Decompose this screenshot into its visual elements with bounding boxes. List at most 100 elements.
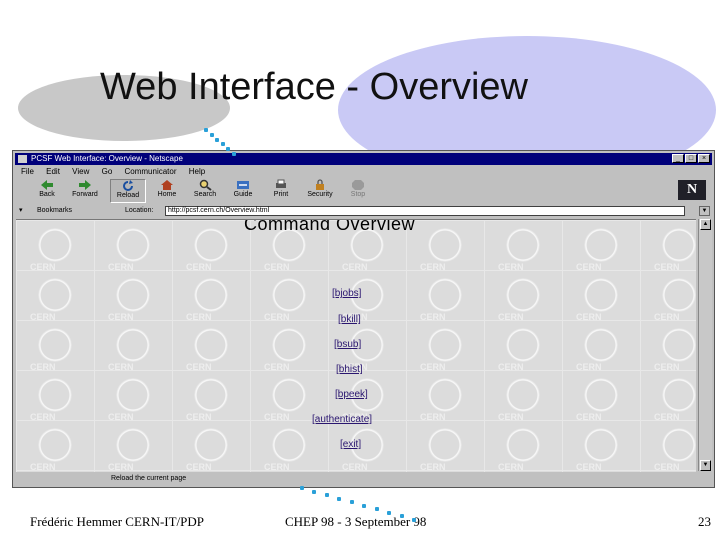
search-icon [199,179,212,191]
decorative-dot [362,503,367,508]
navigation-toolbar: Back Forward Reload Home Search Guide Pr… [15,178,712,204]
cern-watermark: CERN [576,362,602,372]
cern-watermark: CERN [420,362,446,372]
print-button[interactable]: Print [263,179,299,203]
cern-watermark: CERN [576,262,602,272]
cern-watermark: CERN [420,462,446,472]
bookmark-icon[interactable]: ▾ [19,205,23,217]
decorative-dot [226,147,231,152]
footer-author: Frédéric Hemmer CERN-IT/PDP [30,514,205,529]
window-title: PCSF Web Interface: Overview - Netscape [31,154,183,163]
netscape-logo: N [678,180,706,200]
cern-watermark: CERN [654,362,680,372]
decorative-dot [324,493,329,498]
cern-watermark: CERN [108,362,134,372]
decorative-dot [300,486,304,490]
cern-watermark: CERN [264,412,290,422]
status-text: Reload the current page [111,475,187,482]
window-title-bar: PCSF Web Interface: Overview - Netscape … [15,153,712,165]
menu-edit[interactable]: Edit [46,167,60,176]
cern-watermark: CERN [30,462,56,472]
cern-watermark: CERN [342,262,368,272]
back-button[interactable]: Back [29,179,65,203]
menu-help[interactable]: Help [189,167,205,176]
cern-watermark: CERN [30,312,56,322]
location-bar: ▾ Bookmarks Location: http://pcsf.cern.c… [15,205,712,217]
scroll-down-arrow[interactable]: ▼ [700,460,711,471]
link-bhist[interactable]: [bhist] [336,364,363,375]
page-content: CERN CERN CERN CERN CERN CERN CERN CERN CERN CERN… [16,219,696,472]
reload-button[interactable]: Reload [110,179,146,203]
cern-watermark: CERN [420,412,446,422]
menu-file[interactable]: File [21,167,34,176]
location-dropdown-button[interactable]: ▼ [699,206,710,216]
menu-bar: File Edit View Go Communicator Help [15,166,209,178]
cern-watermark: CERN [108,262,134,272]
minimize-button[interactable]: _ [672,154,684,163]
decorative-dot [215,137,220,142]
cern-watermark: CERN [498,262,524,272]
decorative-dot [349,500,354,505]
cern-watermark: CERN [654,412,680,422]
menu-view[interactable]: View [72,167,89,176]
cern-watermark: CERN [108,412,134,422]
guide-button[interactable]: Guide [225,179,261,203]
search-button[interactable]: Search [187,179,223,203]
cern-watermark: CERN [264,312,290,322]
decorative-dot [412,518,416,522]
footer-event: CHEP 98 - 3 September 98 [285,514,427,529]
netscape-app-icon [18,155,27,163]
decorative-dot [209,132,214,137]
reload-icon [123,180,133,191]
cern-watermark: CERN [264,262,290,272]
cern-watermark: CERN [186,262,212,272]
cern-watermark: CERN [108,312,134,322]
slide-number: 23 [698,514,711,529]
cern-watermark: CERN [264,362,290,372]
cern-watermark: CERN [654,312,680,322]
cern-watermark: CERN [342,462,368,472]
link-authenticate[interactable]: [authenticate] [312,414,372,425]
cern-watermark: CERN [654,462,680,472]
bookmarks-button[interactable]: Bookmarks [37,205,72,217]
decorative-dot [337,496,342,501]
decorative-dot [204,128,208,132]
security-icon [316,179,324,190]
link-exit[interactable]: [exit] [340,439,361,450]
location-input[interactable]: http://pcsf.cern.ch/Overview.html [165,206,685,216]
link-bjobs[interactable]: [bjobs] [332,288,361,299]
link-bpeek[interactable]: [bpeek] [335,389,368,400]
cern-watermark: CERN [30,412,56,422]
cern-watermark: CERN [498,362,524,372]
decorative-dot [220,142,225,147]
security-button[interactable]: Security [302,179,338,203]
decorative-dot [312,489,317,494]
decorative-dot [387,510,392,515]
slide-title: Web Interface - Overview [100,66,529,108]
close-button[interactable]: × [698,154,710,163]
stop-button[interactable]: Stop [340,179,376,203]
cern-watermark: CERN [498,462,524,472]
cern-watermark: CERN [186,362,212,372]
cern-watermark: CERN [654,262,680,272]
scroll-up-arrow[interactable]: ▲ [700,219,711,230]
menu-communicator[interactable]: Communicator [125,167,177,176]
page-heading: Command Overview [244,219,416,234]
cern-watermark: CERN [576,412,602,422]
cern-watermark: CERN [186,412,212,422]
cern-watermark: CERN [576,462,602,472]
cern-watermark: CERN [576,312,602,322]
link-bsub[interactable]: [bsub] [334,339,361,350]
status-bar: Reload the current page [15,473,712,485]
menu-go[interactable]: Go [102,167,113,176]
home-button[interactable]: Home [149,179,185,203]
forward-button[interactable]: Forward [67,179,103,203]
link-bkill[interactable]: [bkill] [338,314,361,325]
cern-watermark: CERN [108,462,134,472]
cern-watermark: CERN [420,312,446,322]
location-label: Location: [125,207,154,214]
vertical-scrollbar[interactable]: ▲ ▼ [698,219,712,471]
home-icon [161,180,173,190]
maximize-button[interactable]: □ [685,154,697,163]
cern-watermark: CERN [498,412,524,422]
